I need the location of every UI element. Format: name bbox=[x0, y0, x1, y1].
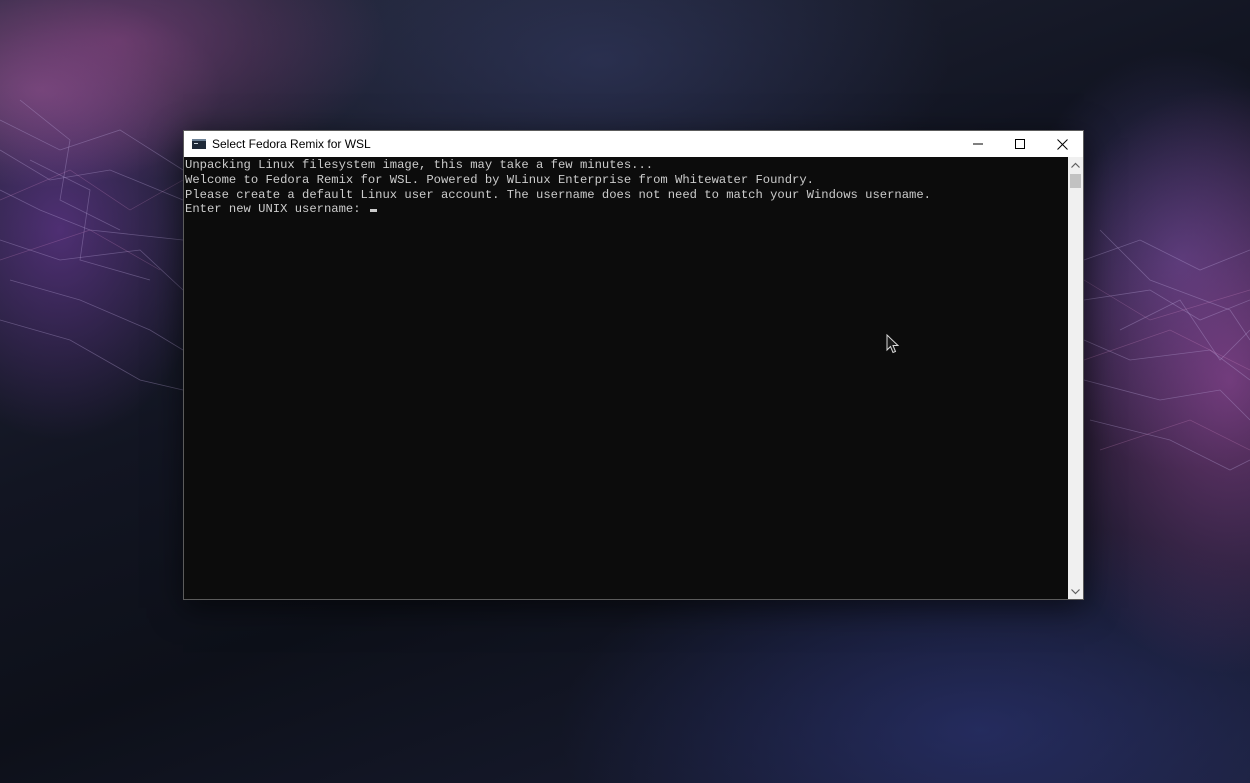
minimize-icon bbox=[973, 143, 983, 145]
scroll-down-button[interactable] bbox=[1068, 584, 1083, 599]
console-line: Please create a default Linux user accou… bbox=[185, 187, 931, 202]
minimize-button[interactable] bbox=[957, 131, 999, 157]
window-controls bbox=[957, 131, 1083, 157]
prompt-line: Enter new UNIX username: bbox=[185, 202, 1068, 217]
username-prompt: Enter new UNIX username: bbox=[185, 202, 368, 217]
text-cursor bbox=[369, 209, 377, 213]
console-window[interactable]: Select Fedora Remix for WSL Unpacking Li… bbox=[183, 130, 1084, 600]
scroll-up-button[interactable] bbox=[1068, 157, 1083, 172]
mouse-pointer-icon bbox=[886, 334, 900, 354]
chevron-up-icon bbox=[1071, 162, 1080, 168]
scroll-thumb[interactable] bbox=[1070, 174, 1081, 188]
chevron-down-icon bbox=[1071, 588, 1080, 594]
maximize-button[interactable] bbox=[999, 131, 1041, 157]
console-line: Unpacking Linux filesystem image, this m… bbox=[185, 158, 654, 172]
console-line: Welcome to Fedora Remix for WSL. Powered… bbox=[185, 172, 814, 187]
close-icon bbox=[1056, 138, 1068, 150]
title-bar[interactable]: Select Fedora Remix for WSL bbox=[184, 131, 1083, 157]
console-output[interactable]: Unpacking Linux filesystem image, this m… bbox=[184, 157, 1068, 599]
close-button[interactable] bbox=[1041, 131, 1083, 157]
window-title: Select Fedora Remix for WSL bbox=[212, 137, 371, 151]
console-icon bbox=[192, 139, 206, 149]
vertical-scrollbar[interactable] bbox=[1068, 157, 1083, 599]
maximize-icon bbox=[1015, 139, 1025, 149]
